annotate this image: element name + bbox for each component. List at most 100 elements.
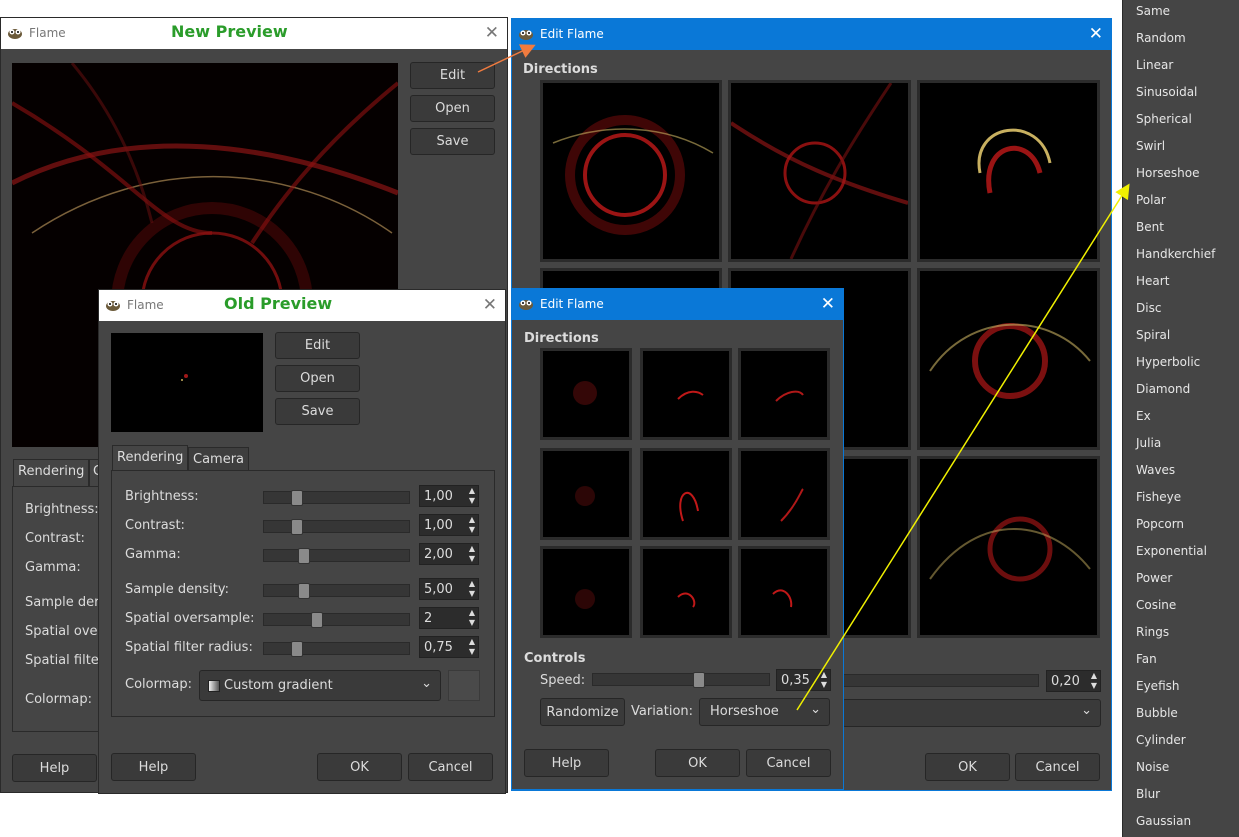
- speed-spinbutton[interactable]: 0,35 ▲ ▼: [776, 669, 831, 691]
- menu-item-sinusoidal[interactable]: Sinusoidal: [1136, 85, 1197, 99]
- menu-item-exponential[interactable]: Exponential: [1136, 544, 1207, 558]
- menu-item-power[interactable]: Power: [1136, 571, 1172, 585]
- spin-arrows-icon[interactable]: ▲ ▼: [466, 544, 478, 564]
- ok-button[interactable]: OK: [925, 753, 1010, 781]
- menu-item-swirl[interactable]: Swirl: [1136, 139, 1165, 153]
- direction-thumb[interactable]: [640, 348, 732, 440]
- row-spinbutton[interactable]: 1,00 ▲ ▼: [419, 514, 479, 536]
- menu-item-hyperbolic[interactable]: Hyperbolic: [1136, 355, 1200, 369]
- row-slider[interactable]: [263, 583, 410, 599]
- direction-thumb[interactable]: [540, 546, 632, 638]
- ok-button[interactable]: OK: [655, 749, 740, 777]
- direction-thumb[interactable]: [917, 80, 1100, 262]
- speed-spinbutton[interactable]: 0,20 ▲ ▼: [1046, 670, 1101, 692]
- menu-item-waves[interactable]: Waves: [1136, 463, 1175, 477]
- direction-thumb[interactable]: [917, 268, 1100, 450]
- save-button[interactable]: Save: [275, 398, 360, 425]
- slider-knob[interactable]: [298, 548, 310, 564]
- row-slider[interactable]: [263, 612, 410, 628]
- menu-item-random[interactable]: Random: [1136, 31, 1186, 45]
- close-icon[interactable]: ✕: [485, 23, 499, 43]
- spin-arrows-icon[interactable]: ▲ ▼: [818, 670, 830, 690]
- spin-arrows-icon[interactable]: ▲ ▼: [466, 637, 478, 657]
- menu-item-disc[interactable]: Disc: [1136, 301, 1161, 315]
- open-button[interactable]: Open: [275, 365, 360, 392]
- row-slider[interactable]: [263, 641, 410, 657]
- slider-knob[interactable]: [291, 519, 303, 535]
- cancel-button[interactable]: Cancel: [1015, 753, 1100, 781]
- help-button[interactable]: Help: [12, 754, 97, 782]
- slider-knob[interactable]: [693, 672, 705, 688]
- close-icon[interactable]: ✕: [821, 294, 835, 314]
- menu-item-cylinder[interactable]: Cylinder: [1136, 733, 1186, 747]
- row-spinbutton[interactable]: 2,00 ▲ ▼: [419, 543, 479, 565]
- row-spinbutton[interactable]: 2 ▲ ▼: [419, 607, 479, 629]
- edit-button[interactable]: Edit: [275, 332, 360, 359]
- menu-item-rings[interactable]: Rings: [1136, 625, 1169, 639]
- slider-knob[interactable]: [291, 641, 303, 657]
- direction-thumb[interactable]: [640, 448, 732, 540]
- slider-knob[interactable]: [291, 490, 303, 506]
- menu-item-noise[interactable]: Noise: [1136, 760, 1169, 774]
- direction-thumb[interactable]: [640, 546, 732, 638]
- menu-item-spiral[interactable]: Spiral: [1136, 328, 1170, 342]
- slider-knob[interactable]: [298, 583, 310, 599]
- row-slider[interactable]: [263, 519, 410, 535]
- menu-item-cosine[interactable]: Cosine: [1136, 598, 1176, 612]
- edit-button[interactable]: Edit: [410, 62, 495, 89]
- slider-knob[interactable]: [311, 612, 323, 628]
- spin-arrows-icon[interactable]: ▲ ▼: [466, 486, 478, 506]
- menu-item-polar[interactable]: Polar: [1136, 193, 1166, 207]
- colormap-combo[interactable]: Custom gradient ⌄: [199, 670, 441, 701]
- row-spinbutton[interactable]: 1,00 ▲ ▼: [419, 485, 479, 507]
- direction-thumb[interactable]: [728, 80, 911, 262]
- row-spinbutton[interactable]: 5,00 ▲ ▼: [419, 578, 479, 600]
- close-icon[interactable]: ✕: [483, 295, 497, 315]
- menu-item-gaussian[interactable]: Gaussian: [1136, 814, 1191, 828]
- save-button[interactable]: Save: [410, 128, 495, 155]
- spin-arrows-icon[interactable]: ▲ ▼: [1088, 671, 1100, 691]
- menu-item-horseshoe[interactable]: Horseshoe: [1136, 166, 1200, 180]
- direction-thumb[interactable]: [738, 448, 830, 540]
- close-icon[interactable]: ✕: [1089, 24, 1103, 44]
- cancel-button[interactable]: Cancel: [746, 749, 831, 777]
- menu-item-julia[interactable]: Julia: [1136, 436, 1161, 450]
- direction-thumb[interactable]: [917, 456, 1100, 638]
- menu-item-diamond[interactable]: Diamond: [1136, 382, 1190, 396]
- speed-slider[interactable]: [592, 672, 770, 688]
- speed-slider-track[interactable]: [842, 674, 1039, 687]
- row-slider[interactable]: [263, 490, 410, 506]
- spin-arrows-icon[interactable]: ▲ ▼: [466, 608, 478, 628]
- open-button[interactable]: Open: [410, 95, 495, 122]
- direction-thumb[interactable]: [540, 348, 632, 440]
- menu-item-handkerchief[interactable]: Handkerchief: [1136, 247, 1215, 261]
- randomize-button[interactable]: Randomize: [540, 698, 625, 726]
- spin-arrows-icon[interactable]: ▲ ▼: [466, 515, 478, 535]
- tab-camera[interactable]: Camera: [188, 447, 249, 471]
- menu-item-heart[interactable]: Heart: [1136, 274, 1169, 288]
- direction-thumb[interactable]: [540, 448, 632, 540]
- tab-rendering[interactable]: Rendering: [112, 445, 188, 471]
- variation-combo[interactable]: ⌄: [842, 699, 1101, 727]
- direction-thumb[interactable]: [540, 80, 722, 262]
- help-button[interactable]: Help: [111, 753, 196, 781]
- direction-thumb[interactable]: [738, 348, 830, 440]
- row-spinbutton[interactable]: 0,75 ▲ ▼: [419, 636, 479, 658]
- variation-combo[interactable]: Horseshoe ⌄: [699, 698, 830, 726]
- tab-rendering[interactable]: Rendering: [13, 459, 89, 487]
- direction-thumb[interactable]: [738, 546, 830, 638]
- menu-item-popcorn[interactable]: Popcorn: [1136, 517, 1184, 531]
- ok-button[interactable]: OK: [317, 753, 402, 781]
- menu-item-linear[interactable]: Linear: [1136, 58, 1173, 72]
- menu-item-bent[interactable]: Bent: [1136, 220, 1164, 234]
- cancel-button[interactable]: Cancel: [408, 753, 493, 781]
- menu-item-blur[interactable]: Blur: [1136, 787, 1160, 801]
- menu-item-fisheye[interactable]: Fisheye: [1136, 490, 1181, 504]
- menu-item-spherical[interactable]: Spherical: [1136, 112, 1192, 126]
- row-slider[interactable]: [263, 548, 410, 564]
- menu-item-eyefish[interactable]: Eyefish: [1136, 679, 1179, 693]
- menu-item-same[interactable]: Same: [1136, 4, 1170, 18]
- menu-item-fan[interactable]: Fan: [1136, 652, 1157, 666]
- spin-arrows-icon[interactable]: ▲ ▼: [466, 579, 478, 599]
- menu-item-bubble[interactable]: Bubble: [1136, 706, 1178, 720]
